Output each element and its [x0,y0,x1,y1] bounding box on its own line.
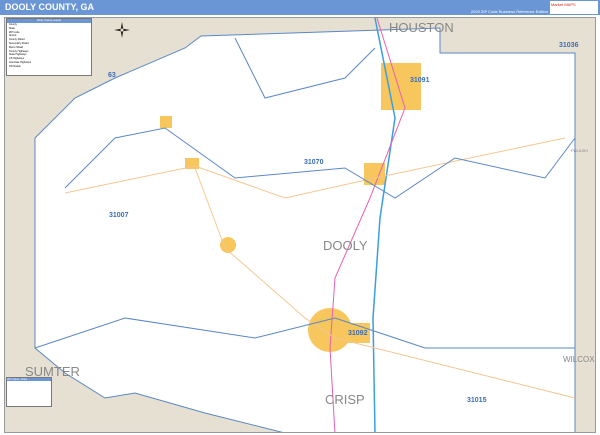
county-label: DOOLY [323,238,368,253]
zip-31036: 31036 [559,42,579,49]
legend-item: Toll Roads [9,64,21,68]
neighbor-crisp: CRISP [325,392,365,407]
compass-rose-icon [114,22,130,38]
zip-table-title: ZIP Codes / Cities [7,378,51,381]
highway-shield-63: 63 [108,72,116,79]
map-title: DOOLY COUNTY, GA [5,2,95,12]
neighbor-houston: HOUSTON [389,20,454,35]
publisher-logo: Market MAPS [550,1,598,14]
zip-31007: 31007 [109,212,129,219]
county-map: HOUSTON SUMTER CRISP WILCOX PULASKI DOOL… [25,18,595,432]
map-legend: Dooly County Legend County State ZIP Cod… [6,18,92,76]
neighbor-wilcox: WILCOX [563,355,595,364]
city-unadilla [381,63,421,110]
header-bar: DOOLY COUNTY, GA 2020 ZIP Code Business … [0,0,600,15]
zip-code-table: ZIP Codes / Cities [6,377,52,407]
map-canvas[interactable]: HOUSTON SUMTER CRISP WILCOX PULASKI DOOL… [4,17,596,433]
edition-label: 2020 ZIP Code Business Reference Edition [470,9,548,14]
zip-31070: 31070 [304,159,324,166]
city-byromville [160,116,172,128]
county-area [34,27,576,432]
zip-31092: 31092 [348,330,368,337]
zip-31015: 31015 [467,397,487,404]
zip-31091: 31091 [410,77,430,84]
neighbor-pulaski: PULASKI [571,148,588,153]
